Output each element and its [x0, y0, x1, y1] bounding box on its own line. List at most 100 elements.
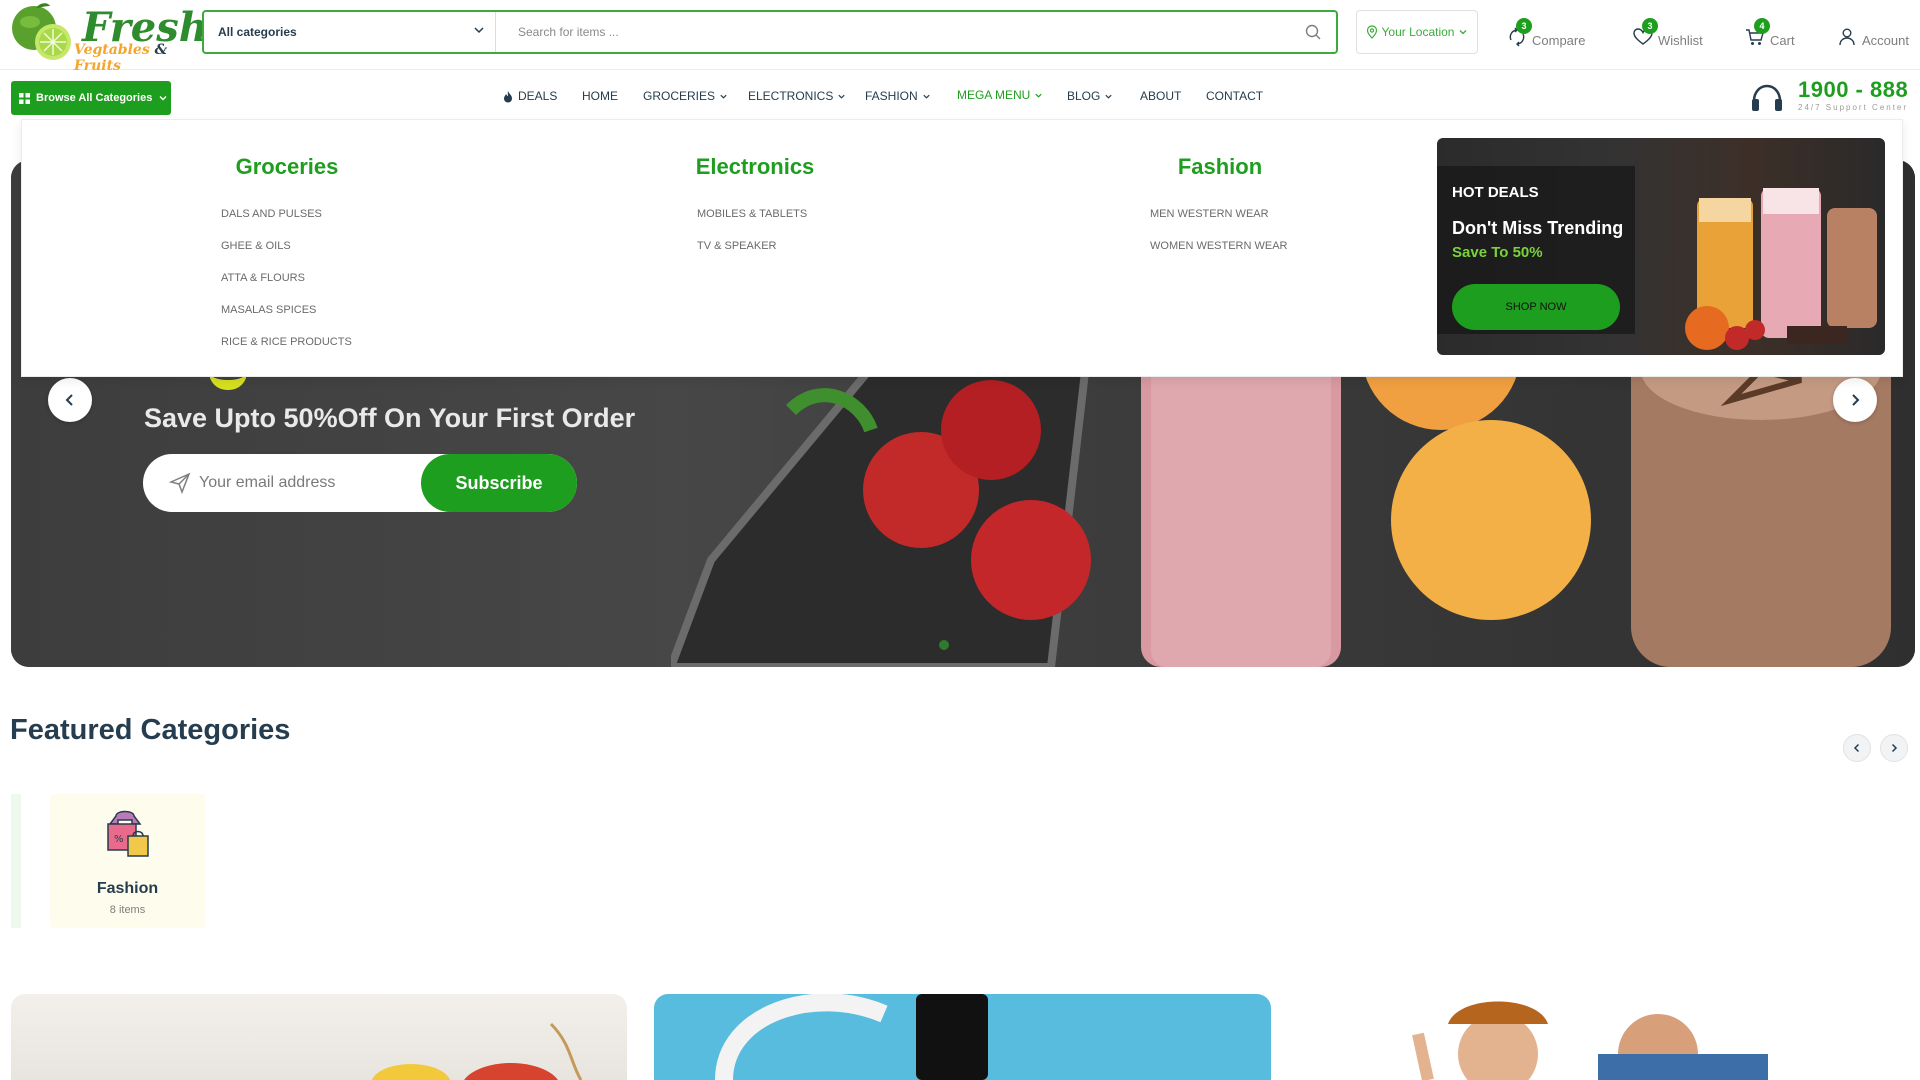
- chevron-right-icon: [1852, 394, 1860, 406]
- smoothie-promo-photo: [1685, 188, 1877, 350]
- search-input[interactable]: [504, 12, 1284, 52]
- nav-item-label: ABOUT: [1140, 89, 1182, 103]
- hero-slide-dot[interactable]: [939, 640, 949, 650]
- mega-column-links: DALS AND PULSES GHEE & OILS ATTA & FLOUR…: [221, 208, 352, 368]
- nav-item-about[interactable]: ABOUT: [1140, 89, 1206, 103]
- logo-tagline-amp: &: [154, 42, 168, 58]
- subscribe-button[interactable]: Subscribe: [421, 454, 577, 512]
- chevron-down-icon: [159, 96, 167, 101]
- mega-link[interactable]: WOMEN WESTERN WEAR: [1150, 240, 1288, 272]
- mega-column-title: Fashion: [1177, 154, 1263, 179]
- nav-item-label: MEGA MENU: [957, 88, 1031, 102]
- chevron-down-icon: [1035, 93, 1042, 98]
- category-name: Fashion: [96, 880, 159, 897]
- featured-next-button[interactable]: [1880, 734, 1908, 762]
- chevron-right-icon: [1891, 743, 1898, 753]
- lime-logo-icon: [12, 3, 71, 60]
- search-icon[interactable]: [1304, 23, 1322, 41]
- wishlist-link[interactable]: 3 Wishlist: [1632, 18, 1703, 48]
- compare-count-badge: 3: [1516, 18, 1532, 34]
- groceries-photo: [371, 1022, 583, 1080]
- mega-column-title: Electronics: [695, 154, 815, 179]
- category-select-value: All categories: [218, 25, 297, 39]
- nav-item-mega-menu[interactable]: MEGA MENU: [957, 87, 1067, 103]
- promo-banner-fashion[interactable]: [1298, 994, 1914, 1080]
- cart-link[interactable]: 4 Cart: [1744, 18, 1795, 48]
- chevron-left-icon: [1853, 743, 1860, 753]
- mega-link[interactable]: MOBILES & TABLETS: [697, 208, 807, 240]
- location-selector[interactable]: Your Location: [1356, 10, 1478, 54]
- mega-link[interactable]: MEN WESTERN WEAR: [1150, 208, 1288, 240]
- mega-menu-dropdown: Groceries DALS AND PULSES GHEE & OILS AT…: [21, 119, 1903, 377]
- featured-prev-button[interactable]: [1843, 734, 1871, 762]
- category-card-partial[interactable]: [11, 794, 21, 928]
- promo-banner-groceries[interactable]: [11, 994, 627, 1080]
- user-icon: [1836, 26, 1858, 48]
- logo-tagline: Vegtables & Fruits: [74, 42, 186, 74]
- nav-item-home[interactable]: HOME: [582, 89, 643, 103]
- fashion-models-photo: [1412, 1001, 1768, 1080]
- mega-link[interactable]: RICE & RICE PRODUCTS: [221, 336, 352, 368]
- promo-discount: Save To 50%: [1452, 244, 1543, 261]
- subscribe-form: Subscribe: [143, 454, 577, 512]
- nav-item-contact[interactable]: CONTACT: [1206, 89, 1276, 103]
- heart-icon: 3: [1632, 18, 1658, 48]
- category-select[interactable]: All categories: [204, 12, 496, 52]
- hero-next-button[interactable]: [1833, 378, 1877, 422]
- mega-link[interactable]: ATTA & FLOURS: [221, 272, 352, 304]
- chevron-down-icon: [720, 94, 727, 99]
- browse-categories-button[interactable]: Browse All Categories: [11, 81, 171, 115]
- nav-item-blog[interactable]: BLOG: [1067, 89, 1140, 103]
- email-input[interactable]: [199, 454, 429, 512]
- mega-link[interactable]: GHEE & OILS: [221, 240, 352, 272]
- mega-column-electronics: Electronics MOBILES & TABLETS TV & SPEAK…: [605, 154, 905, 252]
- hero-subtitle: Save Upto 50%Off On Your First Order: [144, 403, 636, 433]
- location-label: Your Location: [1381, 25, 1455, 39]
- nav-item-label: DEALS: [518, 89, 558, 103]
- nav-item-fashion[interactable]: FASHION: [865, 89, 957, 103]
- nav-item-label: ELECTRONICS: [748, 89, 834, 103]
- chevron-down-icon: [838, 94, 845, 99]
- nav-item-label: FASHION: [865, 89, 918, 103]
- site-logo[interactable]: Fresh Vegtables & Fruits: [10, 2, 208, 74]
- support-phone[interactable]: 1900 - 888 24/7 Support Center: [1750, 77, 1920, 117]
- logo-tagline-veg: Vegtables: [74, 42, 150, 58]
- mega-link[interactable]: DALS AND PULSES: [221, 208, 352, 240]
- promo-banner-electronics[interactable]: [654, 994, 1271, 1080]
- promo-tag: HOT DEALS: [1452, 184, 1539, 201]
- nav-item-label: GROCERIES: [643, 89, 716, 103]
- shop-now-button[interactable]: SHOP NOW: [1452, 284, 1620, 330]
- main-nav: Browse All Categories DEALS HOME GROCERI…: [0, 71, 1920, 121]
- compare-link[interactable]: 3 Compare: [1506, 18, 1585, 48]
- account-link[interactable]: Account: [1836, 18, 1909, 48]
- support-center-label: 24/7 Support Center: [1798, 103, 1909, 112]
- mega-link[interactable]: MASALAS SPICES: [221, 304, 352, 336]
- nav-item-label: BLOG: [1067, 89, 1101, 103]
- chevron-left-icon: [65, 394, 73, 406]
- wishlist-count-badge: 3: [1642, 18, 1658, 34]
- mega-column-fashion: Fashion MEN WESTERN WEAR WOMEN WESTERN W…: [1070, 154, 1370, 252]
- svg-text:%: %: [114, 834, 124, 845]
- chevron-down-icon: [1105, 94, 1112, 99]
- hero-prev-button[interactable]: [48, 378, 92, 422]
- account-label: Account: [1862, 33, 1909, 48]
- category-card-fashion[interactable]: % Fashion 8 items: [50, 794, 205, 928]
- nav-item-label: CONTACT: [1206, 89, 1264, 103]
- nav-menu: DEALS HOME GROCERIES ELECTRONICS FASHION…: [502, 87, 1276, 103]
- nav-item-groceries[interactable]: GROCERIES: [643, 89, 748, 103]
- cart-icon: 4: [1744, 18, 1770, 48]
- nav-item-deals[interactable]: DEALS: [502, 89, 582, 103]
- grid-icon: [19, 92, 30, 104]
- nav-item-electronics[interactable]: ELECTRONICS: [748, 89, 865, 103]
- fire-icon: [504, 90, 512, 102]
- chevron-down-icon: [923, 94, 930, 99]
- nav-item-label: HOME: [582, 89, 618, 103]
- site-header: Fresh Vegtables & Fruits All categories …: [0, 0, 1920, 74]
- hot-deals-banner: HOT DEALS Don't Miss Trending Save To 50…: [1437, 138, 1885, 355]
- support-phone-number: 1900 - 888: [1798, 77, 1909, 102]
- mega-link[interactable]: TV & SPEAKER: [697, 240, 807, 272]
- cart-count-badge: 4: [1754, 18, 1770, 34]
- compare-label: Compare: [1532, 33, 1586, 48]
- mega-column-links: MEN WESTERN WEAR WOMEN WESTERN WEAR: [1150, 208, 1288, 272]
- category-item-count: 8 items: [109, 904, 146, 916]
